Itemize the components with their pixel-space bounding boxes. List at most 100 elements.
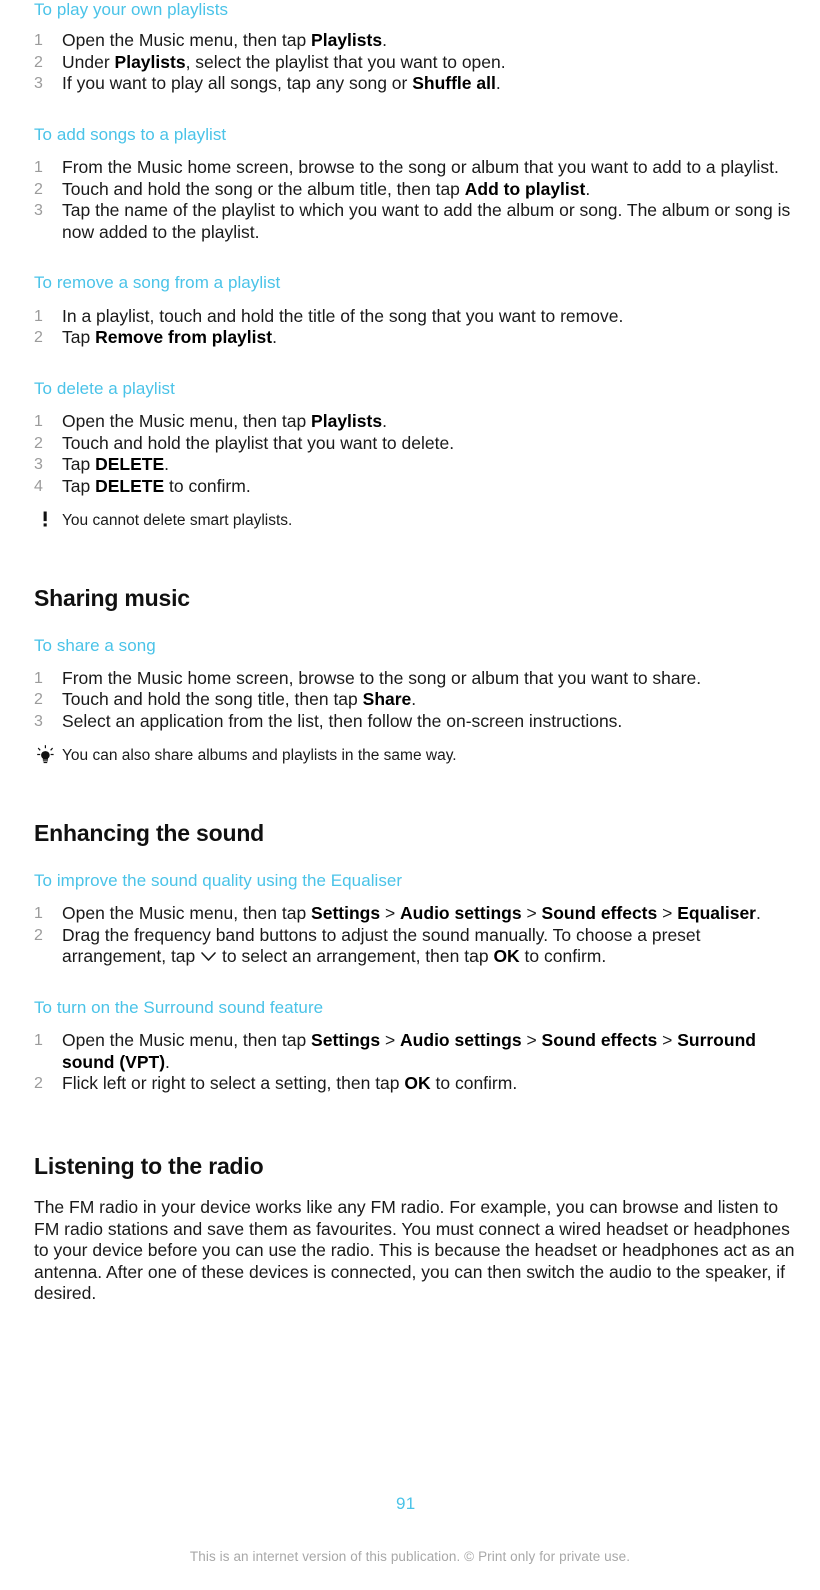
step-text-before: Tap (62, 475, 96, 496)
step-text-after: . (164, 454, 169, 475)
step-text-bold: Remove from playlist (95, 327, 273, 348)
list-item: Flick left or right to select a setting,… (34, 1073, 796, 1095)
step-text-before: If you want to play all songs, tap any s… (62, 73, 413, 94)
step-text: to confirm. (430, 1073, 518, 1094)
section-heading-enhancing-sound: Enhancing the sound (34, 820, 265, 847)
steps-add-songs: From the Music home screen, browse to th… (34, 157, 796, 243)
step-text-before: Tap (62, 454, 96, 475)
note-callout: You cannot delete smart playlists. (34, 511, 796, 531)
listening-radio-body: The FM radio in your device works like a… (34, 1197, 795, 1304)
procedure-title-equaliser: To improve the sound quality using the E… (34, 870, 403, 890)
step-separator: > (380, 903, 401, 924)
step-text: to select an arrangement, then tap (217, 946, 494, 967)
step-text-before: Open the Music menu, then tap (62, 411, 312, 432)
step-text-before: Open the Music menu, then tap (62, 30, 312, 51)
step-text-before: Select an application from the list, the… (62, 710, 623, 731)
step-separator: > (380, 1030, 401, 1051)
step-text-after: . (382, 411, 387, 432)
list-item: Open the Music menu, then tap Playlists. (34, 30, 796, 52)
list-item: Drag the frequency band buttons to adjus… (34, 925, 796, 968)
step-text-bold: Settings (311, 1030, 381, 1051)
step-text-bold: Playlists (311, 411, 383, 432)
step-text-bold: Share (362, 689, 412, 710)
step-text-after: . (495, 73, 501, 94)
chevron-down-icon (200, 947, 217, 962)
step-text-bold: Settings (311, 903, 381, 924)
step-text-bold: DELETE (95, 475, 165, 496)
procedure-title-remove-song: To remove a song from a playlist (34, 273, 281, 293)
step-text-after: to confirm. (164, 475, 251, 496)
step-text-bold: Sound effects (541, 903, 658, 924)
step-text-before: Touch and hold the playlist that you wan… (62, 432, 455, 453)
step-text-bold: OK (493, 946, 520, 967)
step-text-before: From the Music home screen, browse to th… (62, 667, 702, 688)
steps-surround-sound: Open the Music menu, then tap Settings >… (34, 1030, 796, 1095)
manual-page: To play your own playlists Open the Musi… (0, 0, 820, 1590)
step-text-bold: Playlists (311, 30, 383, 51)
list-item: Open the Music menu, then tap Settings >… (34, 903, 796, 925)
step-text-before: Tap the name of the playlist to which yo… (62, 200, 791, 242)
steps-equaliser: Open the Music menu, then tap Settings >… (34, 903, 796, 968)
list-item: Open the Music menu, then tap Settings >… (34, 1030, 796, 1073)
list-item: Tap DELETE to confirm. (34, 476, 796, 498)
list-item: Tap DELETE. (34, 454, 796, 476)
list-item: Tap Remove from playlist. (34, 327, 796, 349)
step-text-before: Touch and hold the song title, then tap (62, 689, 363, 710)
step-text-before: Touch and hold the song or the album tit… (62, 178, 465, 199)
list-item: Under Playlists, select the playlist tha… (34, 52, 796, 74)
list-item: Touch and hold the song or the album tit… (34, 179, 796, 201)
list-item: Select an application from the list, the… (34, 711, 796, 733)
step-text-bold: Add to playlist (464, 178, 586, 199)
step-text-bold: Audio settings (400, 903, 522, 924)
lightbulb-icon (35, 745, 57, 765)
steps-remove-song: In a playlist, touch and hold the title … (34, 306, 796, 349)
list-item: From the Music home screen, browse to th… (34, 668, 796, 690)
procedure-title-play-own-playlists: To play your own playlists (34, 0, 229, 19)
steps-play-own-playlists: Open the Music menu, then tap Playlists.… (34, 30, 796, 95)
step-text-before: From the Music home screen, browse to th… (62, 157, 779, 178)
step-text-bold: Shuffle all (412, 73, 496, 94)
footer-disclaimer: This is an internet version of this publ… (189, 1549, 631, 1564)
list-item: From the Music home screen, browse to th… (34, 157, 796, 179)
list-item: Tap the name of the playlist to which yo… (34, 200, 796, 243)
procedure-title-surround-sound: To turn on the Surround sound feature (34, 997, 324, 1017)
exclamation-icon (35, 510, 57, 530)
step-separator: > (521, 1030, 542, 1051)
list-item: Touch and hold the song title, then tap … (34, 689, 796, 711)
step-text-after: . (585, 178, 591, 199)
step-text-after: , select the playlist that you want to o… (185, 51, 506, 72)
step-text: Flick left or right to select a setting,… (62, 1073, 405, 1094)
steps-share-song: From the Music home screen, browse to th… (34, 668, 796, 733)
step-text-bold: DELETE (95, 454, 165, 475)
step-text-bold: OK (404, 1073, 431, 1094)
step-text-after: . (272, 327, 277, 348)
list-item: Touch and hold the playlist that you wan… (34, 433, 796, 455)
step-text-bold: Equaliser (677, 903, 756, 924)
step-text-bold: Audio settings (400, 1030, 522, 1051)
step-text-after: . (411, 689, 417, 710)
note-text: You cannot delete smart playlists. (62, 512, 293, 530)
step-text-bold: Playlists (114, 51, 186, 72)
list-item: Open the Music menu, then tap Playlists. (34, 411, 796, 433)
step-text-bold: Sound effects (541, 1030, 658, 1051)
page-number: 91 (396, 1494, 416, 1513)
step-text: . (165, 1051, 170, 1072)
steps-delete-playlist: Open the Music menu, then tap Playlists.… (34, 411, 796, 497)
step-separator: > (521, 903, 542, 924)
procedure-title-add-songs: To add songs to a playlist (34, 124, 227, 144)
step-separator: > (657, 903, 678, 924)
step-separator: > (657, 1030, 678, 1051)
step-text-before: In a playlist, touch and hold the title … (62, 305, 624, 326)
step-text: Open the Music menu, then tap (62, 903, 312, 924)
tip-text: You can also share albums and playlists … (62, 747, 457, 765)
section-heading-listening-radio: Listening to the radio (34, 1152, 264, 1179)
procedure-title-share-song: To share a song (34, 635, 156, 655)
procedure-title-delete-playlist: To delete a playlist (34, 378, 175, 398)
step-text: to confirm. (519, 946, 607, 967)
step-text: . (756, 903, 761, 924)
list-item: In a playlist, touch and hold the title … (34, 306, 796, 328)
section-heading-sharing-music: Sharing music (34, 585, 190, 612)
step-text-after: . (382, 30, 387, 51)
step-text-before: Tap (62, 327, 96, 348)
step-text-before: Under (62, 51, 115, 72)
